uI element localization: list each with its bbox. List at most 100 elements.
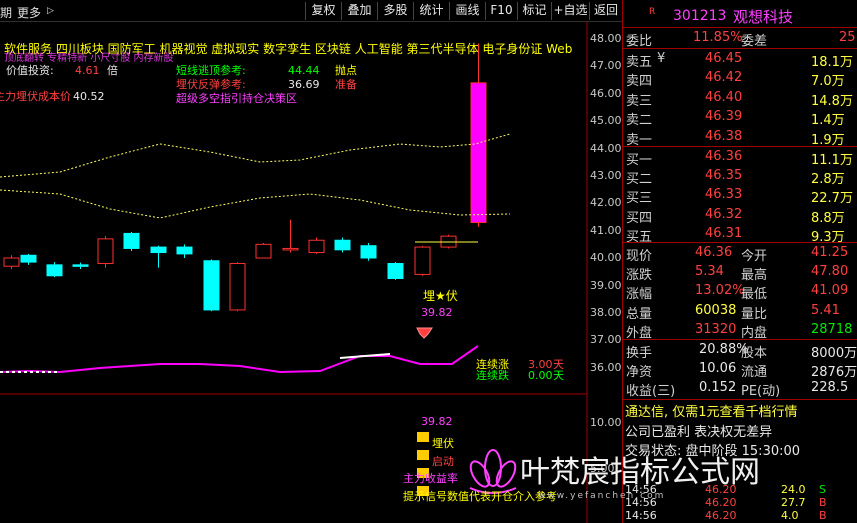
watermark-url: www.yefanchen.com [538,491,666,501]
stat-value: 41.25 [811,245,849,260]
buy-level-row: 买二 46.35 2.8万 [623,166,857,188]
r-badge-icon: R [649,7,656,17]
fundamental-label: 换手 [626,346,653,361]
stat-value: 41.09 [811,283,849,299]
sell-level-price: 46.39 [705,109,743,125]
buy-level-price: 46.33 [705,187,743,203]
buy-level-row: 买五 46.31 9.3万 [623,224,857,245]
main-cost-value: 40.52 [73,90,105,103]
fundamental-row: 净资 10.06 流通 2876万 [623,359,857,381]
candle-body [308,239,325,254]
candle-body [123,232,140,249]
rebound-tag: 准备 [335,78,357,91]
candle-body [387,262,404,280]
sub-tick-label: 10.00 [590,416,622,429]
commission-diff-label: 委差 [741,34,768,49]
sell-level-row: 卖三 46.40 14.8万 [623,88,857,109]
buy-level-label: 买一 [626,153,653,168]
sell-level-label: 卖二 [626,113,653,129]
toolbar-button-draw[interactable]: 画线 [449,2,485,20]
continuous-down-label: 连续跌 [476,369,509,382]
stat-label: 最高 [741,268,768,284]
commission-ratio-value: 11.85% [693,30,743,45]
tick-direction: B [819,509,827,522]
toolbar-button-mark[interactable]: 标记 [517,2,551,20]
escape-top-label: 短线逃顶参考: [176,64,246,77]
lower-band-line [0,189,511,219]
stat-value: 46.36 [695,245,733,260]
lotus-logo-icon [469,449,517,494]
stat-value: 5.34 [695,264,724,280]
sub-profit-label: 主力收益率 [403,472,458,485]
price-tick-label: 42.00 [590,196,622,210]
tick-volume: 4.0 [781,509,799,522]
sell-level-price: 46.40 [705,89,743,105]
sell-level-volume: 7.0万 [811,74,845,90]
buy-level-label: 买四 [626,210,653,226]
separator [623,399,857,400]
toolbar-button-add-watchlist[interactable]: +自选 [551,2,589,20]
candle-body [470,82,487,223]
sell-level-row: 卖四 46.42 7.0万 [623,68,857,90]
fundamental-value: 8000万 [811,346,857,361]
stat-value: 13.02% [695,283,745,299]
stock-name: 观想科技 [733,8,794,26]
stat-label: 涨幅 [626,287,653,303]
more-arrow-icon[interactable]: ▷ [47,6,54,16]
sell-level-label: 卖三 [626,93,653,109]
quote-header: R 301213 观想科技 [623,6,857,26]
more-menu[interactable]: 更多 [17,4,41,21]
toolbar-button-overlay[interactable]: 叠加 [341,2,377,20]
price-tick-label: 36.00 [590,360,622,374]
bury-signal-price: 39.82 [421,306,453,319]
candle-body [72,264,89,267]
candle-body [3,257,20,267]
fundamental-value: 2876万 [811,365,857,381]
tick-time: 14:56 [625,509,657,522]
price-tick-label: 43.00 [590,169,622,182]
toolbar-button-stats[interactable]: 统计 [413,2,449,20]
fundamental-label: 收益(三) [626,384,676,400]
rebound-value: 36.69 [288,78,320,91]
stat-row: 涨跌 5.34 最高 47.80 [623,262,857,284]
toolbar-button-multi[interactable]: 多股 [377,2,413,20]
candle-body [97,238,114,264]
price-tick-label: 45.00 [590,114,622,128]
sell-level-price: 46.38 [705,128,743,144]
stock-code: 301213 [673,8,727,24]
candle-body [46,264,63,277]
fundamental-value: 228.5 [811,380,849,396]
stat-row: 涨幅 13.02% 最低 41.09 [623,281,857,303]
candle-body [20,254,37,263]
value-invest-unit: 倍 [107,64,118,77]
quote-panel: R 301213 观想科技 委比 11.85% 委差 25 卖五 ¥46.45 18… [622,0,857,523]
fundamental-value: 10.06 [699,361,737,377]
toolbar-button-back[interactable]: 返回 [589,2,622,20]
buy-level-label: 买二 [626,172,653,188]
sub-bury-label: 埋伏 [432,437,454,450]
sell-level-volume: 1.9万 [811,132,845,148]
tick-volume: 27.7 [781,496,806,509]
fundamental-row: 换手 20.88% 股本 8000万 [623,340,857,361]
trend-line-magenta [0,345,479,374]
profit-note: 公司已盈利 表决权无差异 [625,425,773,440]
sell-level-volume: 14.8万 [811,93,853,109]
stat-value: 60038 [695,302,737,318]
price-tick-label: 39.00 [590,278,622,292]
sub-hint-label: 提示信号数值代表开仓介入参考 [403,490,557,503]
promo-link[interactable]: 通达信, 仅需1元查看千档行情 [625,401,798,420]
sell-level-row: 卖一 46.38 1.9万 [623,127,857,148]
fundamental-label: 净资 [626,365,653,381]
toolbar-button-f10[interactable]: F10 [485,2,517,20]
toolbar-button-fuquan[interactable]: 复权 [305,2,341,20]
sell-level-label: 卖四 [626,74,653,90]
main-cost-label: 主力埋伏成本价 [0,90,71,103]
period-label[interactable]: 期 [0,4,12,21]
price-tick-label: 44.00 [590,141,622,155]
sell-level-row: 卖二 46.39 1.4万 [623,107,857,129]
sell-level-label: 卖五 [626,55,653,70]
stat-label: 外盘 [626,325,653,341]
price-tick-label: 40.00 [590,251,622,265]
indicator-lines [0,133,511,374]
price-tick-label: 37.00 [590,333,622,347]
